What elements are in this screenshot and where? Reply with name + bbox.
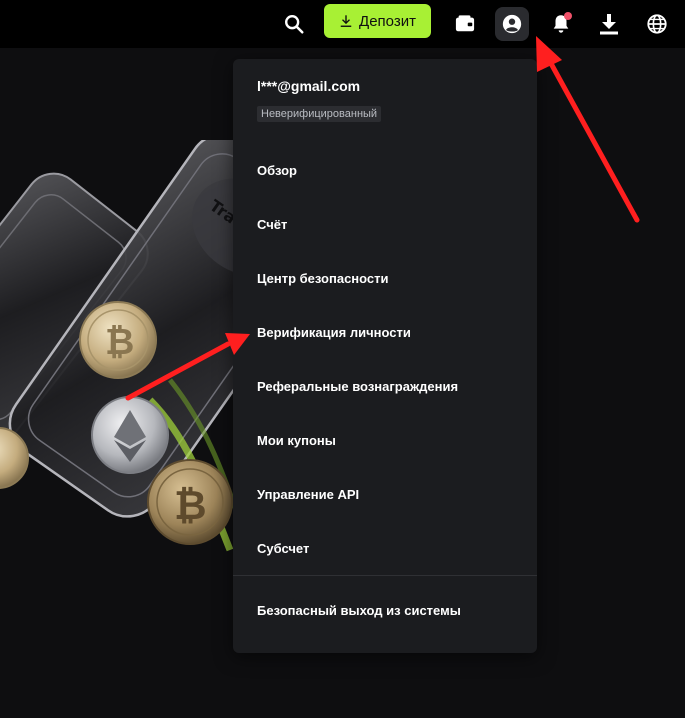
menu-item-logout[interactable]: Безопасный выход из системы: [233, 590, 537, 630]
wallet-button[interactable]: [448, 7, 482, 41]
download-tray-icon: [340, 15, 352, 27]
wallet-icon: [455, 15, 475, 32]
menu-item-identity-verification[interactable]: Верификация личности: [233, 312, 537, 352]
svg-text:₿: ₿: [105, 322, 134, 363]
menu-item-label: Реферальные вознаграждения: [257, 378, 459, 394]
menu-item-label: Мои купоны: [257, 432, 336, 448]
menu-item-referral-rewards[interactable]: Реферальные вознаграждения: [233, 366, 537, 406]
globe-icon: [647, 14, 667, 34]
menu-item-label: Обзор: [257, 162, 297, 178]
notifications-button[interactable]: [544, 7, 578, 41]
menu-item-api-management[interactable]: Управление API: [233, 474, 537, 514]
download-icon: [600, 14, 618, 35]
menu-item-label: Верификация личности: [257, 324, 411, 340]
bitcoin-coin-bronze: ₿: [147, 459, 233, 545]
menu-item-label: Счёт: [257, 216, 288, 232]
menu-item-overview[interactable]: Обзор: [233, 150, 537, 190]
search-icon: [285, 15, 304, 34]
svg-text:₿: ₿: [174, 483, 207, 529]
user-email: l***@gmail.com: [257, 78, 361, 94]
logout-label: Безопасный выход из системы: [257, 602, 461, 618]
notification-dot: [564, 12, 572, 20]
menu-item-security-center[interactable]: Центр безопасности: [233, 258, 537, 298]
user-account-icon: [502, 14, 522, 34]
ethereum-coin-silver: [91, 396, 169, 474]
account-button[interactable]: [495, 7, 529, 41]
account-dropdown-menu: l***@gmail.com Неверифицированный Обзор …: [233, 59, 537, 653]
menu-item-label: Субсчет: [257, 540, 310, 556]
page: Депозит ₿ ₿ l***@gmail.com Неверифициров…: [0, 0, 685, 718]
download-app-button[interactable]: [592, 7, 626, 41]
deposit-button[interactable]: Депозит: [324, 4, 431, 38]
menu-item-account[interactable]: Счёт: [233, 204, 537, 244]
verification-status-badge: Неверифицированный: [257, 106, 382, 122]
bitcoin-coin-gold: ₿: [79, 301, 157, 379]
search-button[interactable]: [277, 7, 311, 41]
menu-item-label: Центр безопасности: [257, 270, 389, 286]
deposit-button-label: Депозит: [359, 12, 416, 30]
menu-item-my-coupons[interactable]: Мои купоны: [233, 420, 537, 460]
annotation-arrow-account: [536, 36, 640, 223]
menu-item-label: Управление API: [257, 486, 360, 502]
top-navigation-bar: Депозит: [0, 0, 685, 48]
language-button[interactable]: [640, 7, 674, 41]
menu-item-subaccount[interactable]: Субсчет: [233, 528, 537, 568]
menu-divider: [233, 575, 537, 576]
